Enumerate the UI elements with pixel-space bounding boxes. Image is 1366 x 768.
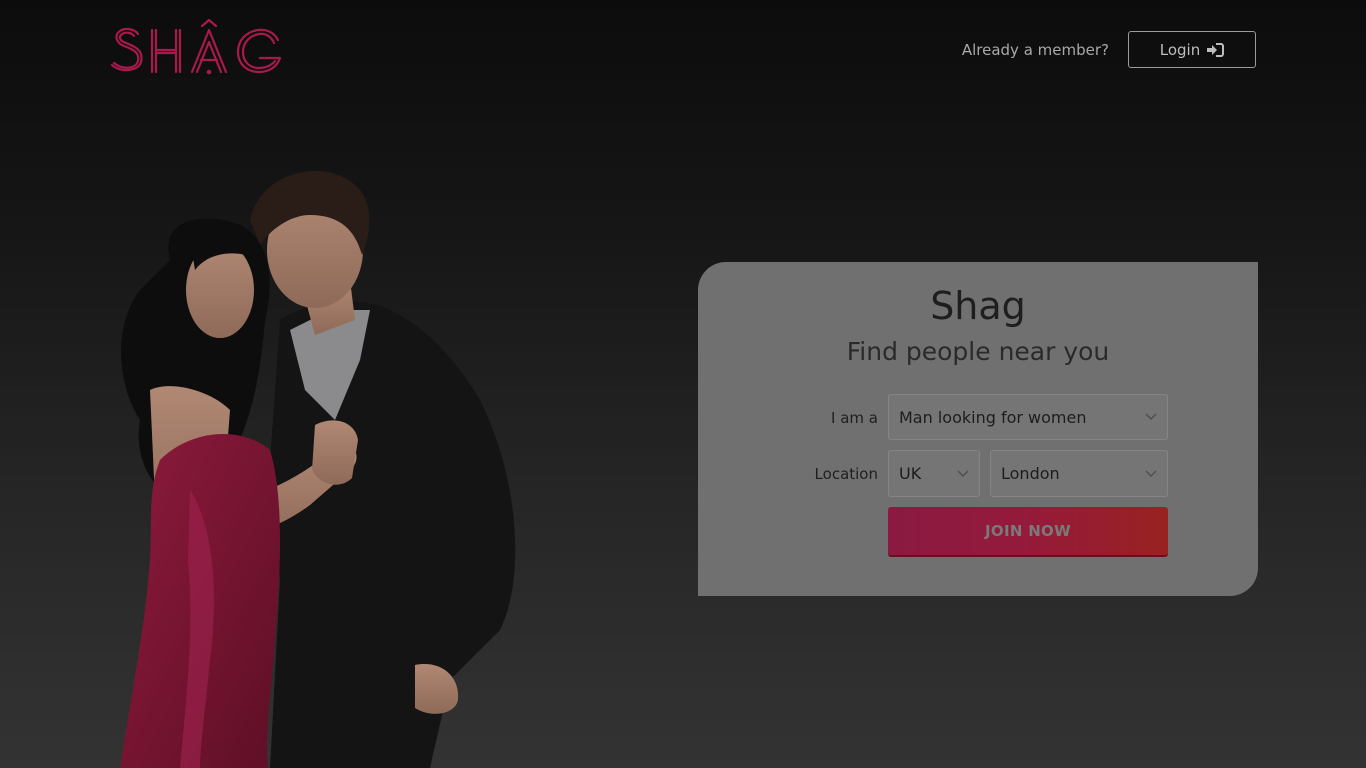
country-value: UK [899, 464, 922, 483]
already-member-text: Already a member? [961, 41, 1109, 59]
signup-card: Shag Find people near you I am a Man loo… [698, 262, 1258, 596]
join-now-label: JOIN NOW [985, 522, 1071, 540]
join-now-button[interactable]: JOIN NOW [888, 507, 1168, 555]
card-title: Shag [930, 284, 1026, 328]
sign-in-icon [1206, 42, 1225, 58]
location-label: Location [814, 465, 878, 483]
chevron-down-icon [1145, 413, 1157, 421]
shag-logo[interactable] [106, 18, 286, 78]
login-button[interactable]: Login [1128, 31, 1256, 68]
login-label: Login [1159, 40, 1201, 59]
gender-preference-value: Man looking for women [899, 407, 1087, 427]
gender-preference-select[interactable]: Man looking for women [888, 394, 1168, 440]
iam-label: I am a [831, 409, 878, 427]
country-select[interactable]: UK [888, 450, 980, 497]
chevron-down-icon [957, 470, 969, 478]
couple-hero-image [100, 160, 540, 768]
city-select[interactable]: London [990, 450, 1168, 497]
city-value: London [1001, 464, 1060, 483]
site-header: Already a member? Login [0, 0, 1366, 100]
card-subtitle: Find people near you [846, 337, 1110, 366]
chevron-down-icon [1145, 470, 1157, 478]
